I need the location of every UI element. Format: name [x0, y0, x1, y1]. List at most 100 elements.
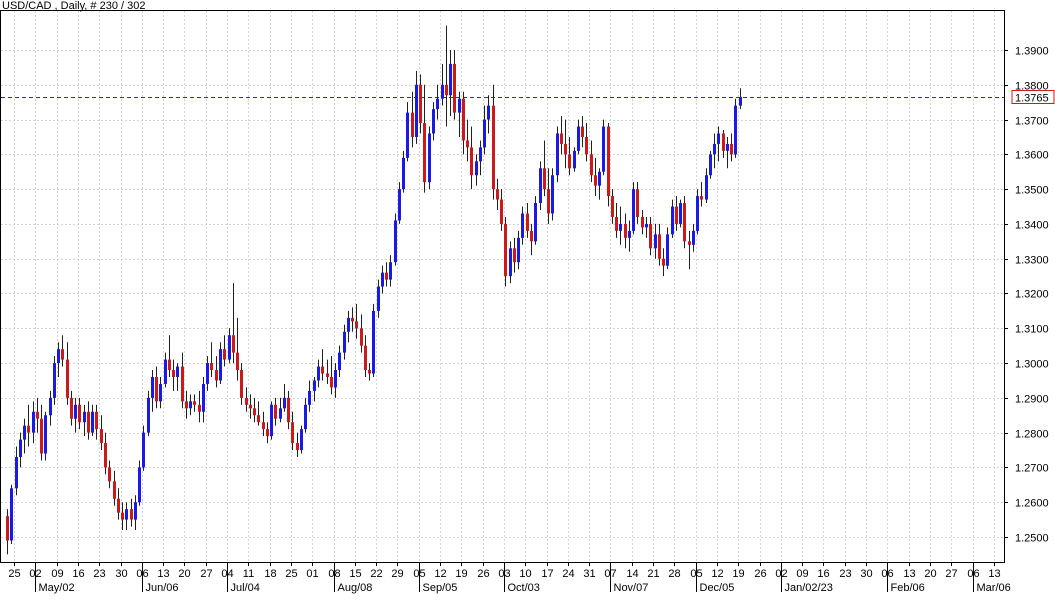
candle-down [266, 429, 269, 436]
candle-up [134, 502, 137, 519]
x-tick-label: 27 [945, 568, 957, 580]
candle-down [662, 259, 665, 266]
candle-down [504, 224, 507, 276]
candle-up [164, 360, 167, 384]
x-tick-label: 20 [178, 568, 190, 580]
candle-up [739, 97, 742, 106]
candle-down [492, 106, 495, 189]
candle-up [53, 363, 56, 398]
candle-up [717, 133, 720, 143]
candle-down [526, 213, 529, 230]
candle-down [513, 248, 516, 262]
candle-up [372, 311, 375, 374]
candle-down [193, 401, 196, 404]
candle-down [453, 64, 456, 113]
x-tick-label: 09 [51, 568, 63, 580]
candle-up [551, 175, 554, 213]
x-tick-label: 19 [455, 568, 467, 580]
candle-up [57, 349, 60, 363]
x-tick-label: 28 [668, 568, 680, 580]
y-tick-label: 1.2900 [1015, 394, 1049, 406]
candle-up [479, 147, 482, 161]
candle-down [257, 415, 260, 422]
candle-up [49, 398, 52, 415]
x-tick-label: 13 [157, 568, 169, 580]
y-tick-label: 1.3500 [1015, 185, 1049, 197]
current-price-box: 1.3765 [1012, 91, 1054, 105]
candle-down [108, 467, 111, 481]
candle-up [381, 273, 384, 287]
candle-up [44, 415, 47, 453]
candle-up [696, 196, 699, 231]
candle-down [658, 234, 661, 258]
candle-down [568, 154, 571, 168]
y-tick-label: 1.2700 [1015, 463, 1049, 475]
candle-up [19, 440, 22, 457]
candle-down [121, 513, 124, 520]
chart-area[interactable]: 1.25001.26001.27001.28001.29001.30001.31… [0, 0, 1055, 600]
candle-up [151, 377, 154, 398]
candle-down [113, 481, 116, 498]
x-tick-label: 12 [434, 568, 446, 580]
month-label: May/02 [39, 582, 75, 594]
candle-down [641, 217, 644, 227]
candle-down [560, 133, 563, 143]
candle-up [602, 127, 605, 172]
candle-up [377, 287, 380, 311]
y-tick-label: 1.3200 [1015, 289, 1049, 301]
chart-title: USD/CAD , Daily, # 230 / 302 [2, 0, 145, 12]
candle-down [100, 429, 103, 443]
candle-up [671, 207, 674, 235]
candle-up [726, 144, 729, 151]
candle-down [181, 367, 184, 402]
candle-up [692, 231, 695, 245]
candle-down [274, 405, 277, 419]
candle-down [500, 200, 503, 224]
candle-up [436, 99, 439, 109]
candle-up [475, 161, 478, 175]
x-tick-label: 23 [839, 568, 851, 580]
candle-down [249, 405, 252, 408]
candle-down [530, 231, 533, 241]
candle-down [649, 224, 652, 248]
candle-up [402, 158, 405, 189]
candle-down [423, 123, 426, 182]
candle-down [223, 349, 226, 359]
candle-down [445, 85, 448, 95]
candle-up [304, 405, 307, 429]
y-tick-label: 1.3100 [1015, 324, 1049, 336]
candle-up [487, 106, 490, 120]
candle-down [78, 405, 81, 422]
month-label: Jan/02/23 [785, 582, 833, 594]
candle-up [398, 189, 401, 220]
candle-down [590, 154, 593, 175]
candlestick-chart[interactable]: 1.25001.26001.27001.28001.29001.30001.31… [0, 0, 1055, 600]
candle-up [343, 332, 346, 353]
candle-down [104, 443, 107, 467]
current-price-label: 1.3765 [1015, 93, 1049, 105]
candle-up [709, 154, 712, 175]
x-tick-label: 31 [583, 568, 595, 580]
x-tick-label: 13 [988, 568, 1000, 580]
candle-up [449, 64, 452, 95]
candle-up [713, 144, 716, 154]
candle-down [419, 85, 422, 123]
candle-up [577, 127, 580, 151]
candle-down [368, 370, 371, 373]
candle-down [385, 273, 388, 280]
candle-up [308, 391, 311, 405]
candle-up [338, 353, 341, 370]
y-tick-label: 1.3400 [1015, 220, 1049, 232]
candle-down [615, 217, 618, 231]
x-tick-label: 17 [541, 568, 553, 580]
candle-down [683, 203, 686, 241]
candle-down [581, 127, 584, 137]
month-label: Jun/06 [146, 582, 179, 594]
candle-up [734, 106, 737, 155]
candle-up [406, 113, 409, 158]
x-tick-label: 09 [796, 568, 808, 580]
candle-down [172, 370, 175, 377]
candle-up [441, 85, 444, 99]
candle-up [334, 370, 337, 387]
candle-up [138, 467, 141, 502]
